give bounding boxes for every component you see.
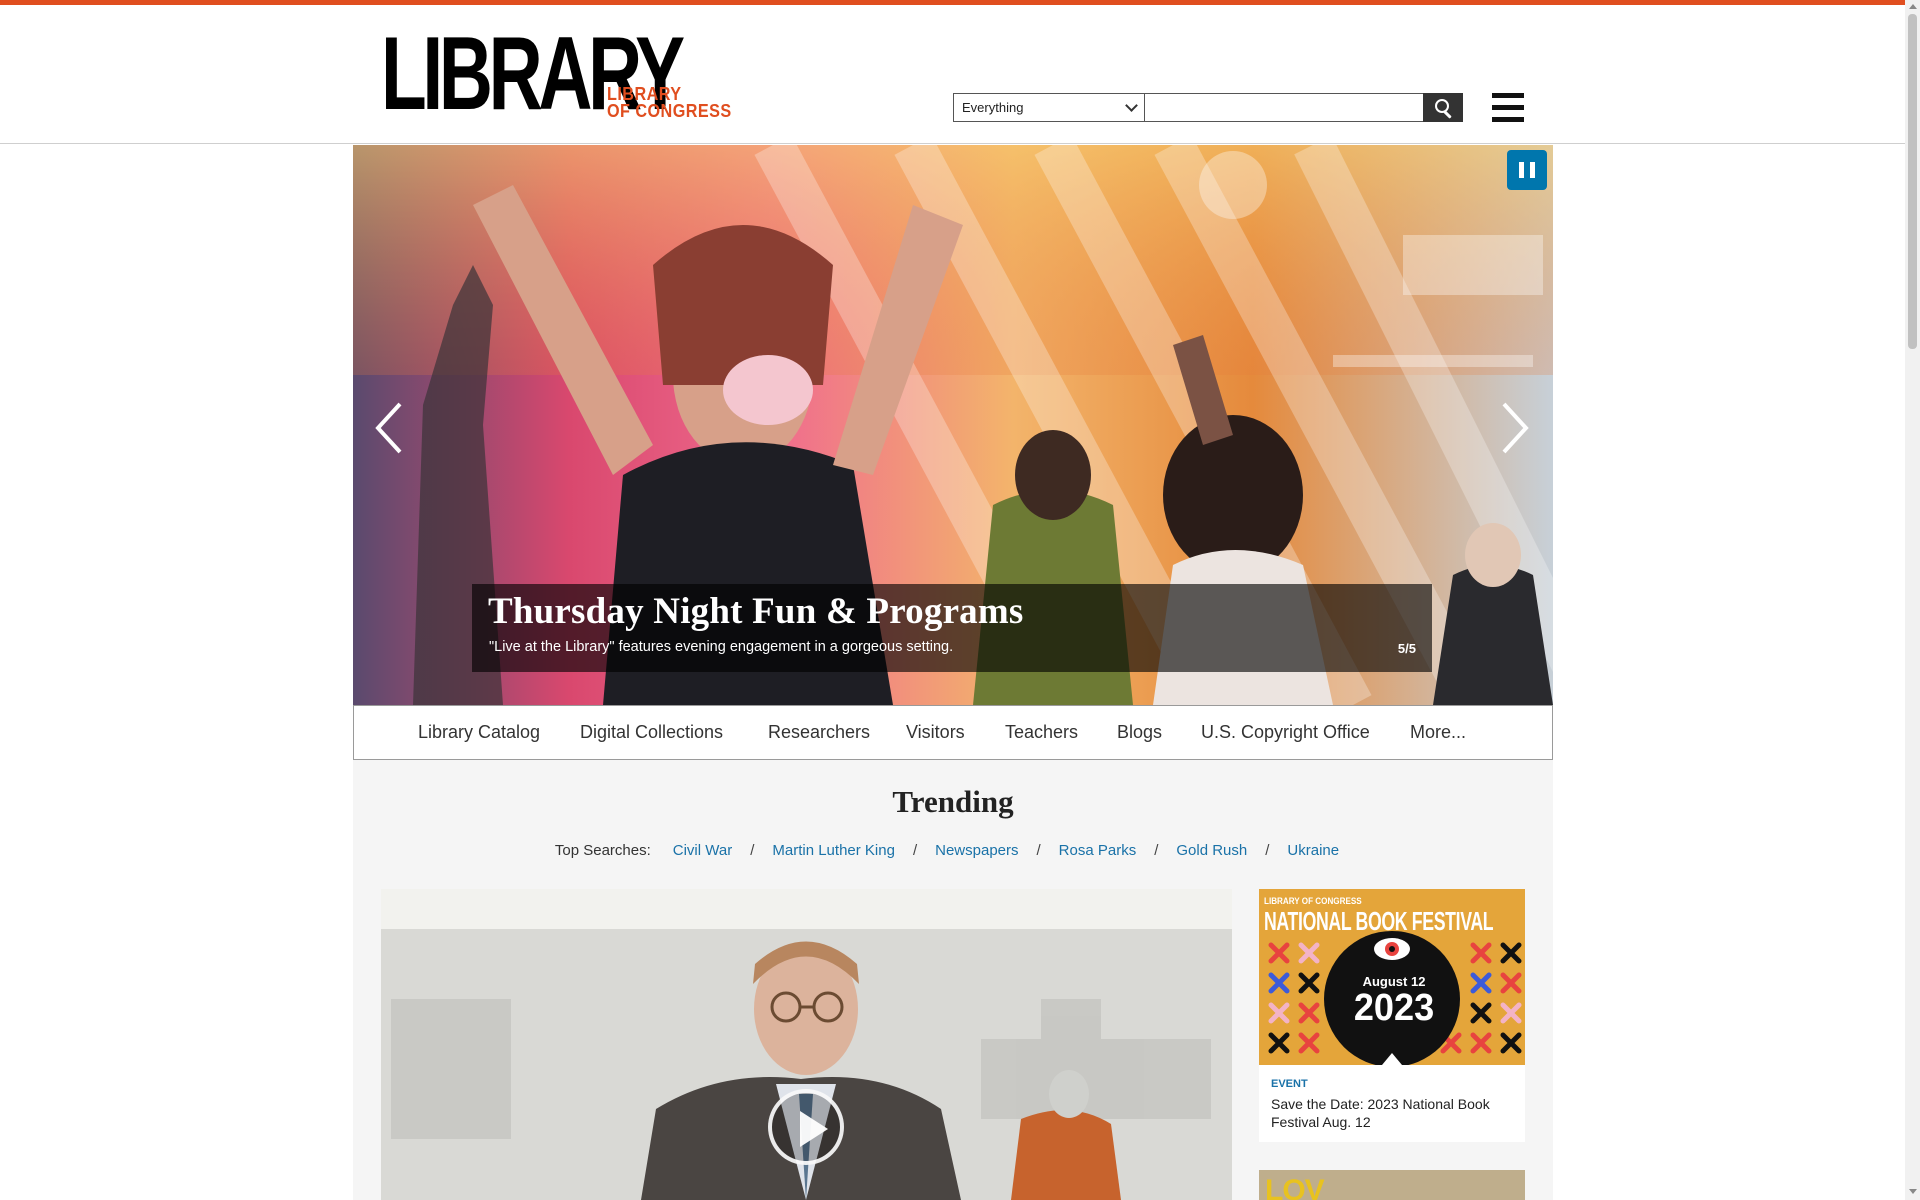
scroll-down-arrow-icon[interactable] bbox=[1909, 1189, 1917, 1194]
event-card-image: LIBRARY OF CONGRESS NATIONAL BOOK FESTIV… bbox=[1259, 889, 1525, 1065]
play-icon bbox=[800, 1111, 828, 1147]
library-logo[interactable]: LIBRARY LIBRARY OF CONGRESS bbox=[381, 22, 761, 126]
chevron-down-icon bbox=[1125, 99, 1138, 112]
nav-item-library-catalog[interactable]: Library Catalog bbox=[418, 722, 540, 743]
event-card-title[interactable]: Save the Date: 2023 National Book Festiv… bbox=[1271, 1095, 1516, 1131]
site-header: LIBRARY LIBRARY OF CONGRESS Everything bbox=[0, 5, 1905, 144]
search-icon-handle bbox=[1443, 110, 1452, 119]
logo-subtitle-line-2: OF CONGRESS bbox=[607, 101, 732, 121]
carousel-pause-button[interactable] bbox=[1507, 150, 1547, 190]
chevron-left-icon bbox=[375, 402, 402, 454]
promo-card[interactable]: LOV bbox=[1259, 1170, 1525, 1200]
carousel-next-button[interactable] bbox=[1500, 402, 1530, 454]
nav-item-digital-collections[interactable]: Digital Collections bbox=[580, 722, 723, 743]
featured-video[interactable] bbox=[381, 889, 1232, 1200]
page-scrollbar[interactable] bbox=[1905, 0, 1920, 1200]
carousel-subtitle: "Live at the Library" features evening e… bbox=[489, 639, 954, 655]
book-festival-pretitle: LIBRARY OF CONGRESS bbox=[1264, 896, 1362, 906]
pause-icon bbox=[1519, 162, 1524, 178]
carousel-prev-button[interactable] bbox=[374, 402, 404, 454]
video-play-button[interactable] bbox=[768, 1089, 844, 1165]
logo-subtitle: LIBRARY OF CONGRESS bbox=[607, 85, 732, 121]
search-button[interactable] bbox=[1423, 93, 1463, 122]
trending-section: Trending Top Searches: Civil War / Martin L… bbox=[353, 760, 1553, 1200]
hamburger-menu-icon-bar bbox=[1492, 93, 1524, 98]
event-card[interactable]: LIBRARY OF CONGRESS NATIONAL BOOK FESTIV… bbox=[1259, 889, 1525, 1142]
nav-item-researchers[interactable]: Researchers bbox=[768, 722, 870, 743]
separator: / bbox=[1265, 842, 1270, 859]
separator: / bbox=[912, 842, 918, 859]
search-scope-value: Everything bbox=[962, 100, 1024, 115]
hamburger-menu-icon-bar bbox=[1492, 117, 1524, 122]
hamburger-menu-icon-bar bbox=[1492, 105, 1524, 110]
carousel-caption[interactable]: Thursday Night Fun & Programs "Live at t… bbox=[472, 584, 1432, 672]
scrollbar-thumb[interactable] bbox=[1908, 14, 1917, 349]
promo-card-image-text: LOV bbox=[1265, 1174, 1325, 1200]
top-search-link[interactable]: Martin Luther King bbox=[772, 842, 895, 859]
nav-item-copyright-office[interactable]: U.S. Copyright Office bbox=[1201, 722, 1370, 743]
nav-item-visitors[interactable]: Visitors bbox=[906, 722, 965, 743]
pause-icon-bar bbox=[1530, 162, 1535, 178]
separator: / bbox=[750, 842, 755, 859]
chevron-right-icon bbox=[1502, 402, 1529, 454]
top-searches-label: Top Searches: bbox=[554, 842, 651, 859]
hamburger-menu-button[interactable] bbox=[1492, 93, 1524, 122]
nav-item-blogs[interactable]: Blogs bbox=[1117, 722, 1162, 743]
main-navigation: Library Catalog Digital Collections Rese… bbox=[353, 705, 1553, 760]
search-input[interactable] bbox=[1145, 93, 1424, 122]
carousel-title[interactable]: Thursday Night Fun & Programs bbox=[488, 590, 1024, 633]
event-card-tag: EVENT bbox=[1271, 1078, 1308, 1090]
search-scope-select[interactable]: Everything bbox=[953, 93, 1145, 122]
top-search-link[interactable]: Ukraine bbox=[1287, 842, 1339, 859]
book-festival-title: NATIONAL BOOK FESTIVAL bbox=[1264, 906, 1494, 936]
separator: / bbox=[1154, 842, 1159, 859]
nav-item-more[interactable]: More... bbox=[1410, 722, 1466, 743]
top-search-link[interactable]: Gold Rush bbox=[1176, 842, 1247, 859]
top-search-link[interactable]: Newspapers bbox=[935, 842, 1018, 859]
trending-title: Trending bbox=[892, 784, 1014, 819]
top-search-link[interactable]: Rosa Parks bbox=[1059, 842, 1137, 859]
nav-item-teachers[interactable]: Teachers bbox=[1005, 722, 1078, 743]
book-festival-year: 2023 bbox=[1353, 987, 1435, 1029]
separator: / bbox=[1036, 842, 1041, 859]
slide-counter: 5/5 bbox=[1397, 641, 1416, 656]
top-search-link[interactable]: Civil War bbox=[673, 842, 732, 859]
top-searches: Top Searches: Civil War / Martin Luther Kin… bbox=[353, 842, 1553, 859]
scroll-up-arrow-icon[interactable] bbox=[1909, 4, 1917, 9]
